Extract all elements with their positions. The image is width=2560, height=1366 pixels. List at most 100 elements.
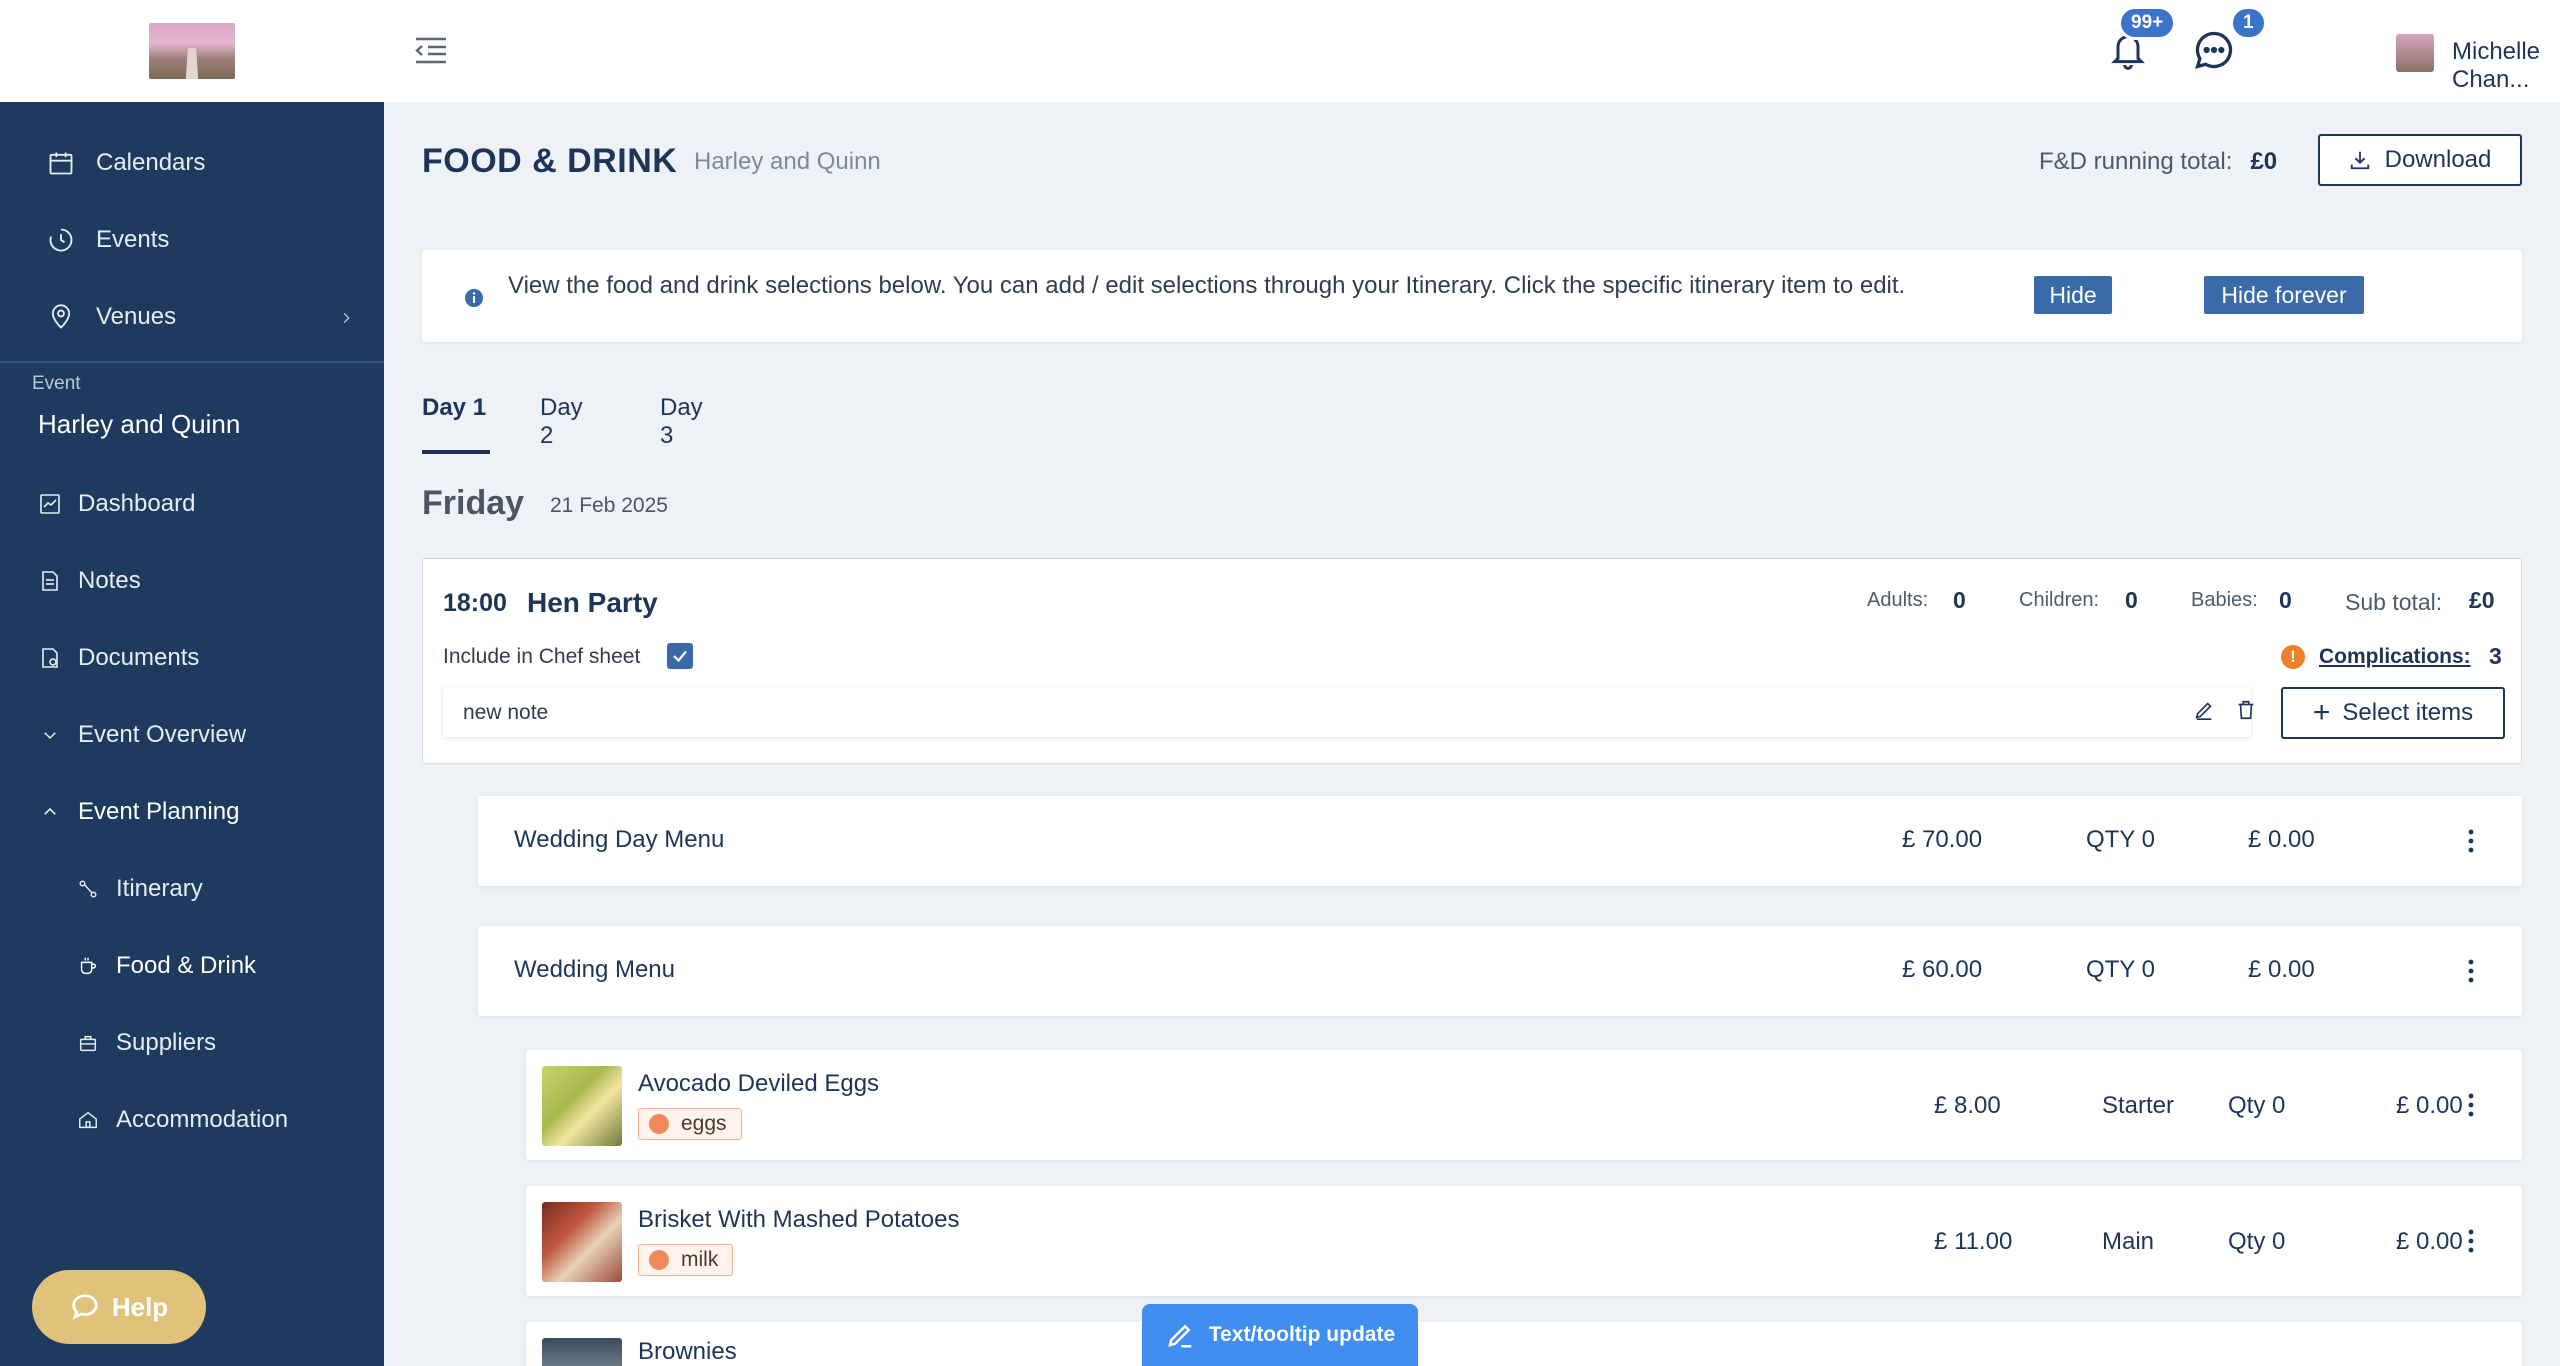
nav-label: Calendars: [96, 148, 206, 176]
subtotal-value: £0: [2469, 587, 2495, 613]
nav-venues[interactable]: Venues: [0, 278, 384, 355]
avatar[interactable]: [2396, 34, 2434, 72]
session-name: Hen Party: [527, 587, 658, 618]
babies-value: 0: [2279, 587, 2292, 613]
nav-calendars[interactable]: Calendars: [0, 124, 384, 201]
collapse-menu-icon[interactable]: [414, 35, 448, 70]
select-items-label: Select items: [2342, 699, 2474, 726]
nav-label: Events: [96, 225, 170, 253]
allergen-tag: eggs: [638, 1108, 742, 1140]
trash-icon[interactable]: [2235, 699, 2257, 726]
select-items-button[interactable]: + Select items: [2281, 687, 2505, 739]
download-button[interactable]: Download: [2318, 134, 2522, 186]
tab-day-2[interactable]: Day 2: [540, 394, 583, 454]
nav-food-drink[interactable]: Food & Drink: [0, 927, 384, 1004]
menu-qty: QTY 0: [2086, 826, 2155, 853]
item-total: £ 0.00: [2396, 1228, 2463, 1255]
menu-name: Wedding Day Menu: [514, 826, 725, 853]
menu-qty: QTY 0: [2086, 956, 2155, 983]
main-content: FOOD & DRINK Harley and Quinn F&D runnin…: [384, 102, 2560, 1366]
day-date: 21 Feb 2025: [550, 494, 668, 517]
menu-item-row[interactable]: Brownies: [526, 1322, 2522, 1366]
download-label: Download: [2384, 146, 2492, 173]
more-options-icon[interactable]: [2468, 1092, 2474, 1123]
menu-item-row[interactable]: Avocado Deviled Eggs eggs £ 8.00 Starter…: [526, 1050, 2522, 1160]
session-note: new note: [443, 687, 2254, 737]
adults-value: 0: [1953, 587, 1966, 613]
top-bar: 99+ 1 Michelle Chan...: [384, 0, 2560, 102]
main-nav: Calendars Events Venues: [0, 102, 384, 355]
briefcase-icon: [74, 1028, 102, 1058]
more-options-icon[interactable]: [2468, 1228, 2474, 1259]
day-heading: Friday: [422, 484, 525, 522]
chevron-right-icon: [338, 306, 354, 334]
menu-row[interactable]: Wedding Day Menu £ 70.00 QTY 0 £ 0.00: [478, 796, 2522, 886]
nav-event-overview[interactable]: Event Overview: [0, 696, 384, 773]
note-text: new note: [463, 701, 549, 724]
hide-forever-button[interactable]: Hide forever: [2204, 276, 2364, 314]
nav-dashboard[interactable]: Dashboard: [0, 465, 384, 542]
menu-price: £ 70.00: [1902, 826, 1983, 853]
info-banner: View the food and drink selections below…: [422, 250, 2522, 342]
menu-item-row[interactable]: Brisket With Mashed Potatoes milk £ 11.0…: [526, 1186, 2522, 1296]
menu-price: £ 60.00: [1902, 956, 1983, 983]
nav-notes[interactable]: Notes: [0, 542, 384, 619]
nav-label: Event Planning: [78, 797, 240, 825]
complications-link[interactable]: Complications:: [2319, 645, 2471, 669]
help-button[interactable]: Help: [32, 1270, 206, 1344]
item-course: Main: [2102, 1228, 2155, 1255]
complications-count: 3: [2489, 643, 2502, 669]
venue-logo[interactable]: [149, 23, 235, 79]
item-price: £ 8.00: [1934, 1092, 2001, 1119]
nav-suppliers[interactable]: Suppliers: [0, 1004, 384, 1081]
help-label: Help: [111, 1291, 169, 1322]
toast-label: Text/tooltip update: [1208, 1323, 1396, 1346]
page-subtitle: Harley and Quinn: [694, 148, 881, 175]
route-icon: [74, 874, 102, 904]
hide-button[interactable]: Hide: [2034, 276, 2112, 314]
session-time: 18:00: [443, 589, 507, 617]
nav-label: Suppliers: [116, 1028, 217, 1056]
event-nav: Dashboard Notes Documents Event Overview…: [0, 465, 384, 1158]
tooltip-update-toast[interactable]: Text/tooltip update: [1142, 1304, 1418, 1366]
nav-label: Dashboard: [78, 489, 196, 517]
item-qty: Qty 0: [2228, 1092, 2286, 1119]
notifications-badge: 99+: [2118, 6, 2177, 40]
nav-label: Notes: [78, 566, 141, 594]
nav-accommodation[interactable]: Accommodation: [0, 1081, 384, 1158]
tab-day-3[interactable]: Day 3: [660, 394, 703, 454]
chef-sheet-checkbox[interactable]: [667, 643, 693, 669]
document-icon: [36, 643, 64, 673]
item-name: Brownies: [638, 1338, 737, 1365]
item-name: Avocado Deviled Eggs: [638, 1070, 880, 1097]
nav-itinerary[interactable]: Itinerary: [0, 850, 384, 927]
milk-icon: [649, 1250, 669, 1270]
nav-documents[interactable]: Documents: [0, 619, 384, 696]
item-course: Starter: [2102, 1092, 2175, 1119]
children-label: Children:: [2019, 589, 2100, 611]
nav-label: Accommodation: [116, 1105, 289, 1133]
menu-total: £ 0.00: [2248, 956, 2315, 983]
item-qty: Qty 0: [2228, 1228, 2286, 1255]
messages-icon[interactable]: [2192, 28, 2236, 77]
item-price: £ 11.00: [1934, 1228, 2013, 1255]
item-total: £ 0.00: [2396, 1092, 2463, 1119]
nav-events[interactable]: Events: [0, 201, 384, 278]
more-options-icon[interactable]: [2468, 958, 2474, 989]
info-icon: [464, 288, 484, 313]
menu-row[interactable]: Wedding Menu £ 60.00 QTY 0 £ 0.00: [478, 926, 2522, 1016]
running-total-label: F&D running total:: [2039, 148, 2233, 175]
edit-pencil-icon[interactable]: [2193, 699, 2215, 726]
item-name: Brisket With Mashed Potatoes: [638, 1206, 960, 1233]
babies-label: Babies:: [2191, 589, 2258, 611]
nav-label: Event Overview: [78, 720, 247, 748]
allergen-tag: milk: [638, 1244, 734, 1276]
tab-day-1[interactable]: Day 1: [422, 394, 490, 454]
menu-name: Wedding Menu: [514, 956, 675, 983]
coffee-cup-icon: [74, 951, 102, 981]
egg-icon: [649, 1114, 669, 1134]
username[interactable]: Michelle Chan...: [2452, 38, 2560, 94]
location-pin-icon: [46, 302, 76, 332]
nav-event-planning[interactable]: Event Planning: [0, 773, 384, 850]
more-options-icon[interactable]: [2468, 828, 2474, 859]
